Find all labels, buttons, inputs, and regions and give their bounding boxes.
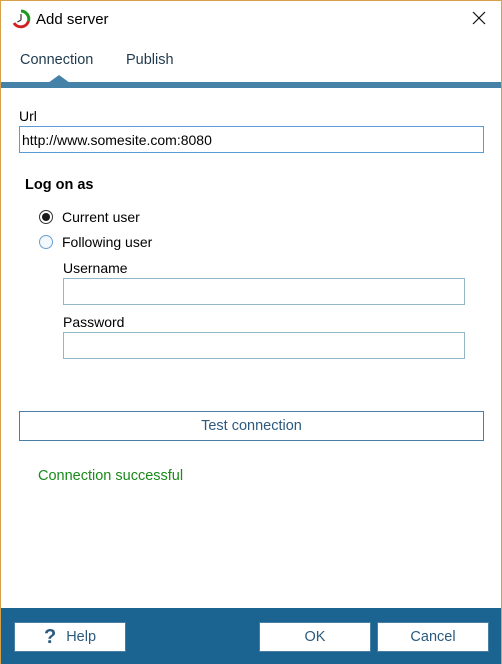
cancel-button[interactable]: Cancel <box>377 622 489 652</box>
stopwatch-icon <box>11 9 31 29</box>
url-input[interactable] <box>19 126 484 153</box>
close-button[interactable] <box>461 5 497 33</box>
connection-status-text: Connection successful <box>38 468 184 484</box>
logon-section-header: Log on as <box>25 177 94 193</box>
radio-following-user[interactable]: Following user <box>39 234 152 250</box>
help-button-label: Help <box>66 629 97 645</box>
radio-current-user-label: Current user <box>62 209 140 225</box>
question-mark-icon: ? <box>43 626 57 648</box>
tab-connection[interactable]: Connection <box>20 52 93 68</box>
title-bar: Add server <box>1 1 501 39</box>
username-label: Username <box>63 260 128 276</box>
test-connection-button[interactable]: Test connection <box>19 411 484 441</box>
close-icon <box>472 11 486 28</box>
add-server-dialog: Add server Connection Publish Url Log on… <box>0 0 502 664</box>
radio-unchecked-icon <box>39 235 53 249</box>
dialog-footer: ? Help OK Cancel <box>1 608 501 664</box>
tab-publish[interactable]: Publish <box>126 52 174 68</box>
radio-checked-icon <box>39 210 53 224</box>
tab-underline-bar <box>1 82 501 88</box>
tab-strip: Connection Publish <box>1 47 501 83</box>
password-label: Password <box>63 314 125 330</box>
radio-current-user[interactable]: Current user <box>39 209 140 225</box>
username-input[interactable] <box>63 278 465 305</box>
radio-following-user-label: Following user <box>62 234 153 250</box>
window-title: Add server <box>36 11 109 28</box>
url-label: Url <box>19 108 37 124</box>
ok-button[interactable]: OK <box>259 622 371 652</box>
help-button[interactable]: ? Help <box>14 622 126 652</box>
password-input[interactable] <box>63 332 465 359</box>
